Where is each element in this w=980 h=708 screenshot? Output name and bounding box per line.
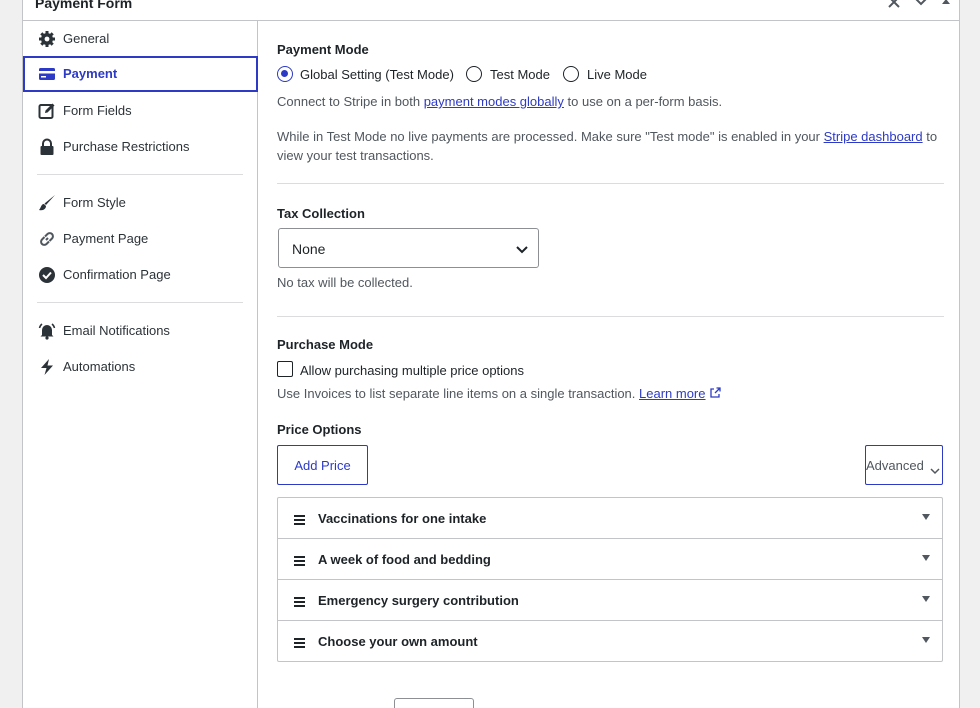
- sidebar-item-automations[interactable]: Automations: [23, 349, 258, 385]
- expand-toggle-icon[interactable]: [922, 514, 930, 520]
- panel-title: Payment Form: [35, 0, 133, 11]
- sidebar-item-label: Confirmation Page: [63, 267, 171, 282]
- help-text: Connect to Stripe in both: [277, 94, 424, 109]
- radio-label: Global Setting (Test Mode): [300, 67, 454, 82]
- sidebar-item-confirmation-page[interactable]: Confirmation Page: [23, 257, 258, 293]
- advanced-label: Advanced: [866, 458, 924, 473]
- bolt-icon: [38, 358, 56, 376]
- expand-toggle-icon[interactable]: [922, 637, 930, 643]
- sidebar-item-label: Payment: [63, 66, 118, 81]
- radio-test-mode[interactable]: [466, 66, 482, 82]
- price-options-label: Price Options: [277, 422, 362, 437]
- price-option-row[interactable]: A week of food and bedding: [278, 539, 942, 580]
- price-option-name: Choose your own amount: [318, 634, 478, 649]
- chevron-down-icon: [516, 243, 528, 258]
- price-option-row[interactable]: Emergency surgery contribution: [278, 580, 942, 621]
- expand-toggle-icon[interactable]: [922, 555, 930, 561]
- help-text: Use Invoices to list separate line items…: [277, 386, 640, 401]
- price-option-name: A week of food and bedding: [318, 552, 491, 567]
- help-text: While in Test Mode no live payments are …: [277, 129, 824, 144]
- sidebar-item-label: Form Fields: [63, 103, 132, 118]
- price-option-row[interactable]: Choose your own amount: [278, 621, 942, 662]
- sidebar-item-label: Form Style: [63, 195, 126, 210]
- learn-more-link[interactable]: Learn more: [639, 386, 705, 401]
- lock-icon: [38, 138, 56, 156]
- brush-icon: [38, 194, 56, 212]
- price-option-name: Emergency surgery contribution: [318, 593, 519, 608]
- check-circle-icon: [38, 266, 56, 284]
- credit-card-icon: [38, 65, 56, 83]
- sidebar-item-payment-page[interactable]: Payment Page: [23, 221, 258, 257]
- payment-mode-help: Connect to Stripe in both payment modes …: [277, 92, 937, 111]
- price-option-row[interactable]: Vaccinations for one intake: [278, 498, 942, 539]
- sidebar-item-form-style[interactable]: Form Style: [23, 185, 258, 221]
- bell-icon: [38, 322, 56, 340]
- test-mode-help: While in Test Mode no live payments are …: [277, 127, 943, 165]
- sidebar-item-label: Automations: [63, 359, 136, 374]
- gear-icon: [38, 30, 56, 48]
- stripe-dashboard-link[interactable]: Stripe dashboard: [824, 129, 923, 144]
- select-value: None: [292, 241, 326, 257]
- chevron-down-icon: [930, 463, 940, 478]
- edit-icon: [38, 102, 56, 120]
- section-divider: [277, 316, 944, 317]
- sidebar-divider: [37, 174, 243, 175]
- purchase-mode-label: Purchase Mode: [277, 337, 374, 352]
- sidebar-item-form-fields[interactable]: Form Fields: [23, 93, 258, 129]
- price-options-list: Vaccinations for one intake A week of fo…: [277, 497, 943, 662]
- external-link-icon: [709, 386, 721, 401]
- sidebar-item-purchase-restrictions[interactable]: Purchase Restrictions: [23, 129, 258, 165]
- drag-handle-icon[interactable]: [294, 595, 305, 607]
- partial-input-field[interactable]: [394, 698, 474, 708]
- sidebar-divider: [37, 302, 243, 303]
- radio-global-setting[interactable]: [277, 66, 293, 82]
- radio-live-mode[interactable]: [563, 66, 579, 82]
- advanced-button[interactable]: Advanced: [865, 445, 943, 485]
- sidebar-item-label: Payment Page: [63, 231, 149, 246]
- purchase-mode-help: Use Invoices to list separate line items…: [277, 384, 721, 403]
- section-divider: [277, 183, 944, 184]
- add-price-button[interactable]: Add Price: [277, 445, 368, 485]
- sidebar-item-email-notifications[interactable]: Email Notifications: [23, 313, 258, 349]
- link-icon: [38, 230, 56, 248]
- multiple-price-options-checkbox[interactable]: [277, 361, 293, 377]
- sidebar-item-general[interactable]: General: [23, 21, 258, 57]
- price-option-name: Vaccinations for one intake: [318, 511, 487, 526]
- radio-label: Live Mode: [587, 67, 647, 82]
- sidebar-item-label: Email Notifications: [63, 323, 170, 338]
- settings-sidebar: General Payment Form Fields Purchase Res…: [23, 21, 258, 708]
- sidebar-item-label: General: [63, 31, 110, 46]
- tax-collection-select[interactable]: None: [278, 228, 539, 268]
- drag-handle-icon[interactable]: [294, 636, 305, 648]
- radio-label: Test Mode: [490, 67, 550, 82]
- tax-collection-label: Tax Collection: [277, 206, 365, 221]
- payment-mode-label: Payment Mode: [277, 42, 369, 57]
- tax-help: No tax will be collected.: [277, 275, 413, 290]
- sidebar-item-label: Purchase Restrictions: [63, 139, 190, 154]
- expand-toggle-icon[interactable]: [922, 596, 930, 602]
- help-text: to use on a per-form basis.: [563, 94, 723, 109]
- payment-settings-main: Payment Mode Global Setting (Test Mode) …: [277, 0, 944, 708]
- sidebar-item-payment[interactable]: Payment: [23, 56, 258, 92]
- drag-handle-icon[interactable]: [294, 554, 305, 566]
- drag-handle-icon[interactable]: [294, 513, 305, 525]
- checkbox-label: Allow purchasing multiple price options: [300, 363, 525, 378]
- payment-modes-globally-link[interactable]: payment modes globally: [424, 94, 564, 109]
